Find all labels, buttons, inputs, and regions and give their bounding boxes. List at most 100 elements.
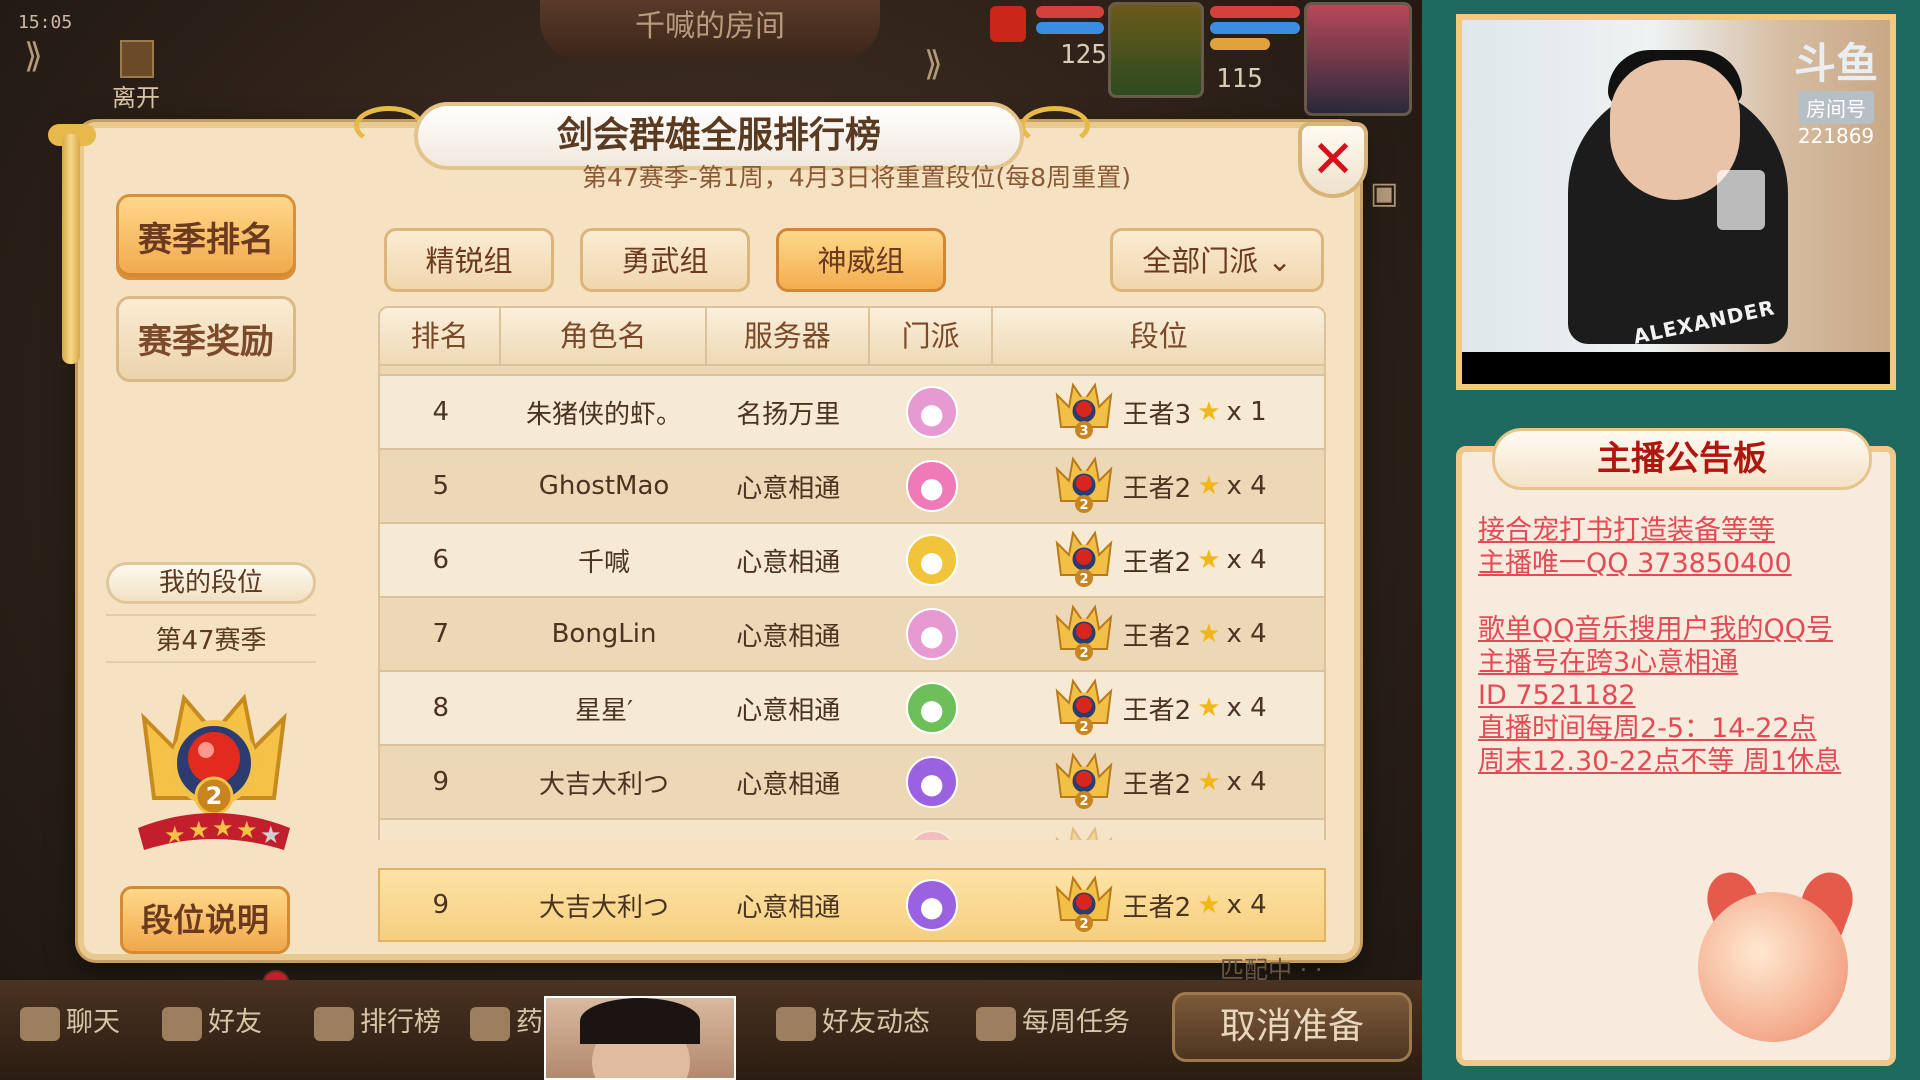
leaf-icon: ● <box>905 682 958 734</box>
stream-side-panel: ALEXANDER 斗鱼 房间号 221869 主播公告板 接合宠打书打造装备等… <box>1422 0 1920 1080</box>
name-cell: 悠悠二人行 <box>501 838 706 841</box>
hp-bar <box>1036 6 1104 18</box>
tier-cell: 2 王者2 ★ x 4 <box>993 529 1324 591</box>
sound-icon[interactable]: ⟫ <box>24 36 43 76</box>
table-row[interactable]: 9 大吉大利つ 心意相通 ● 2 王者2 ★ x 4 <box>380 746 1324 820</box>
server-cell: 山清水秀 <box>707 838 870 841</box>
name-cell: BongLin <box>551 619 657 649</box>
school-cell: ● <box>870 386 993 438</box>
notice-gap <box>1478 580 1888 613</box>
table-row[interactable]: 6 千喊 心意相通 ● 2 王者2 ★ x 4 <box>380 524 1324 598</box>
rank-cell: 9 <box>432 890 450 920</box>
sword-shield-icon: ● <box>905 534 958 586</box>
nav-season-reward[interactable]: 赛季奖励 <box>116 296 296 382</box>
camera-icon[interactable]: ▣ <box>1370 176 1398 211</box>
star-count: x 4 <box>1226 471 1267 501</box>
col-school: 门派 <box>870 308 994 364</box>
table-row[interactable]: 8 星星′ 心意相通 ● 2 王者2 ★ x 4 <box>380 672 1324 746</box>
nav-season-rank[interactable]: 赛季排名 <box>116 194 296 280</box>
tier-cell: 2 王者2 ★ x 4 <box>993 751 1324 813</box>
school-cell: ● <box>870 534 993 586</box>
player-avatar[interactable] <box>1108 2 1204 98</box>
table-row[interactable]: 7 BongLin 心意相通 ● 2 王者2 ★ x 4 <box>380 598 1324 672</box>
name-cell: GhostMao <box>538 471 670 501</box>
douyu-logo-text: 斗鱼 <box>1793 39 1878 88</box>
col-server: 服务器 <box>707 308 870 364</box>
tier-explain-button[interactable]: 段位说明 <box>120 886 290 954</box>
notice-line: ID 7521182 <box>1478 680 1636 711</box>
arrow-icon: ⟫ <box>924 44 943 84</box>
face-thumbnail <box>544 996 736 1080</box>
tier-number: 2 <box>1079 498 1088 513</box>
notice-line: 直播时间每周2-5：14-22点 <box>1478 713 1817 744</box>
school-cell: ● <box>870 879 993 931</box>
chat-button[interactable]: 聊天 <box>20 1000 120 1041</box>
king-tier-badge-icon: 2 <box>1055 530 1113 587</box>
table-row[interactable]: 4 朱猪侠的虾。 名扬万里 ● 3 王者3 ★ x 1 <box>380 376 1324 450</box>
tab-divine[interactable]: 神威组 <box>776 228 946 292</box>
star-filled-icon: ★ <box>188 816 210 844</box>
star-filled-icon: ★ <box>164 821 186 849</box>
server-cell: 心意相通 <box>736 769 841 800</box>
tier-name: 王者2 <box>1122 473 1192 504</box>
king-tier-badge-icon: 2 <box>1055 752 1113 809</box>
rank-cell: 5 <box>432 471 450 501</box>
table-row[interactable]: 5 GhostMao 心意相通 ● 2 王者2 ★ x 4 <box>380 450 1324 524</box>
school-filter-dropdown[interactable]: 全部门派 ⌄ <box>1110 228 1324 292</box>
leave-door-icon[interactable] <box>120 40 154 78</box>
close-icon: ✕ <box>1311 130 1355 190</box>
weekly-task-button[interactable]: 每周任务 <box>976 1000 1130 1041</box>
star-icon: ★ <box>1197 545 1221 575</box>
tier-cell: 2 王者2 ★ x 4 <box>993 874 1324 936</box>
col-rank: 排名 <box>380 308 502 364</box>
tab-brave[interactable]: 勇武组 <box>580 228 750 292</box>
leaderboard-button[interactable]: 排行榜 <box>314 1000 441 1041</box>
season-label: 第47赛季 <box>106 614 316 663</box>
player-score-2: 115 <box>1216 64 1263 94</box>
king-tier-badge-icon: 2 <box>1055 456 1113 513</box>
friends-label: 好友 <box>208 1007 262 1038</box>
tier-name: 王者2 <box>1122 892 1192 923</box>
tier-number: 2 <box>1079 917 1088 932</box>
star-icon: ★ <box>1197 619 1221 649</box>
close-button[interactable]: ✕ <box>1298 122 1368 198</box>
tier-cell: 2 王者2 ★ x 4 <box>993 455 1324 517</box>
friends-button[interactable]: 好友 <box>162 1000 262 1041</box>
tier-name: 王者2 <box>1122 769 1192 800</box>
lotus-flower-icon: ● <box>905 460 958 512</box>
rank-cell: 7 <box>432 619 450 649</box>
player-score-1: 125 <box>1060 40 1107 70</box>
server-cell: 心意相通 <box>736 547 841 578</box>
friend-feed-button[interactable]: 好友动态 <box>776 1000 930 1041</box>
name-cell: 星星′ <box>575 695 633 726</box>
table-row[interactable]: 10悠悠二人行山清水秀●2王者2★x 3 <box>380 820 1324 840</box>
friend-feed-label: 好友动态 <box>822 1007 930 1038</box>
star-icon: ★ <box>1197 471 1221 501</box>
name-cell: 朱猪侠的虾。 <box>526 399 683 430</box>
tier-name: 王者2 <box>1122 621 1192 652</box>
col-tier: 段位 <box>1129 319 1188 353</box>
scroll-peek <box>380 366 1324 376</box>
rank-cell: 4 <box>432 397 450 427</box>
notice-line: 周末12.30-22点不等 周1休息 <box>1478 746 1842 777</box>
table-header: 排名 角色名 服务器 门派 段位 <box>378 306 1326 366</box>
leave-button[interactable]: 离开 <box>112 78 160 113</box>
server-cell: 心意相通 <box>736 695 841 726</box>
tier-number: 3 <box>1079 424 1088 439</box>
game-area: 15:05 ⟫ 离开 千喊的房间 ⟫ 125 115 ▣ 剑会群雄全服排行榜 ✕… <box>0 0 1422 1080</box>
school-cell: ● <box>870 830 993 840</box>
webcam-view: ALEXANDER 斗鱼 房间号 221869 <box>1456 14 1896 390</box>
task-icon <box>976 1006 1016 1041</box>
cancel-ready-button[interactable]: 取消准备 <box>1172 992 1412 1062</box>
ranking-table[interactable]: 4 朱猪侠的虾。 名扬万里 ● 3 王者3 ★ x 1 5 GhostMao 心意相通 ● 2 王者2 ★ x… <box>378 366 1326 840</box>
energy-bar <box>1210 38 1270 50</box>
notice-title: 主播公告板 <box>1492 428 1872 490</box>
medicine-button[interactable]: 药 <box>470 1000 543 1041</box>
leaderboard-label: 排行榜 <box>360 1007 441 1038</box>
fire-icon <box>990 6 1026 42</box>
tab-elite[interactable]: 精锐组 <box>384 228 554 292</box>
school-cell: ● <box>870 682 993 734</box>
room-title: 千喊的房间 <box>540 0 880 60</box>
star-filled-icon: ★ <box>212 814 234 842</box>
opponent-avatar[interactable] <box>1304 2 1412 116</box>
